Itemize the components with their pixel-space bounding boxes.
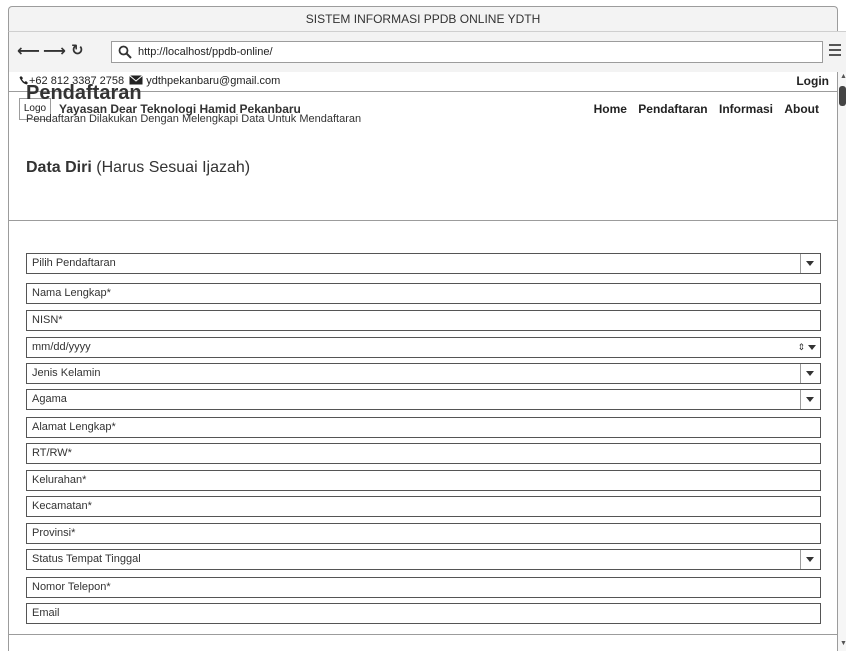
chevron-down-icon[interactable] bbox=[800, 550, 820, 569]
select-agama[interactable]: Agama bbox=[26, 389, 821, 410]
divider bbox=[9, 220, 837, 221]
field-placeholder: Nama Lengkap* bbox=[32, 287, 111, 299]
input-rt-rw[interactable]: RT/RW* bbox=[26, 443, 821, 464]
select-status-tempat-tinggal[interactable]: Status Tempat Tinggal bbox=[26, 549, 821, 570]
nav-about[interactable]: About bbox=[784, 102, 819, 116]
field-label: Agama bbox=[32, 393, 67, 405]
login-link[interactable]: Login bbox=[796, 72, 829, 90]
hamburger-menu-icon[interactable] bbox=[829, 44, 841, 58]
nav-home[interactable]: Home bbox=[594, 102, 627, 116]
section-title-bold: Data Diri bbox=[26, 159, 92, 176]
chevron-down-icon[interactable] bbox=[800, 254, 820, 273]
input-nomor-telepon[interactable]: Nomor Telepon* bbox=[26, 577, 821, 598]
field-label: Pilih Pendaftaran bbox=[32, 257, 116, 269]
chevron-down-icon[interactable] bbox=[800, 364, 820, 383]
contact-email[interactable]: ydthpekanbaru@gmail.com bbox=[146, 75, 280, 87]
field-placeholder: NISN* bbox=[32, 314, 63, 326]
divider bbox=[9, 634, 837, 635]
input-kelurahan[interactable]: Kelurahan* bbox=[26, 470, 821, 491]
field-placeholder: RT/RW* bbox=[32, 447, 72, 459]
scroll-down-arrow-icon[interactable]: ▼ bbox=[840, 640, 846, 647]
date-controls: ⇕ bbox=[797, 338, 816, 357]
back-arrow-icon[interactable]: ⟵ bbox=[17, 41, 40, 61]
page-title: Pendaftaran bbox=[26, 82, 142, 104]
input-email[interactable]: Email bbox=[26, 603, 821, 624]
scroll-up-arrow-icon[interactable]: ▲ bbox=[840, 73, 846, 80]
input-alamat-lengkap[interactable]: Alamat Lengkap* bbox=[26, 417, 821, 438]
input-provinsi[interactable]: Provinsi* bbox=[26, 523, 821, 544]
address-bar[interactable]: http://localhost/ppdb-online/ bbox=[111, 41, 823, 63]
field-placeholder: Kecamatan* bbox=[32, 500, 92, 512]
select-jenis-kelamin[interactable]: Jenis Kelamin bbox=[26, 363, 821, 384]
forward-arrow-icon[interactable]: ⟶ bbox=[43, 41, 66, 61]
window-titlebar: SISTEM INFORMASI PPDB ONLINE YDTH bbox=[8, 6, 838, 31]
field-placeholder: Kelurahan* bbox=[32, 474, 87, 486]
section-title: Data Diri (Harus Sesuai Ijazah) bbox=[26, 159, 250, 177]
nav-pendaftaran[interactable]: Pendaftaran bbox=[638, 102, 707, 116]
reload-icon[interactable]: ↻ bbox=[71, 41, 84, 59]
browser-navbar: ⟵ ⟶ ↻ http://localhost/ppdb-online/ bbox=[8, 31, 846, 72]
field-placeholder: mm/dd/yyyy bbox=[32, 341, 91, 353]
search-icon bbox=[118, 45, 132, 59]
main-nav: Home Pendaftaran Informasi About bbox=[586, 102, 819, 116]
field-label: Status Tempat Tinggal bbox=[32, 553, 141, 565]
vertical-scrollbar[interactable] bbox=[838, 72, 846, 651]
input-nisn[interactable]: NISN* bbox=[26, 310, 821, 331]
input-tanggal-lahir[interactable]: mm/dd/yyyy ⇕ bbox=[26, 337, 821, 358]
input-nama-lengkap[interactable]: Nama Lengkap* bbox=[26, 283, 821, 304]
field-label: Jenis Kelamin bbox=[32, 367, 101, 379]
chevron-down-icon[interactable] bbox=[800, 390, 820, 409]
window-title: SISTEM INFORMASI PPDB ONLINE YDTH bbox=[305, 12, 541, 26]
field-placeholder: Alamat Lengkap* bbox=[32, 421, 116, 433]
select-pilih-pendaftaran[interactable]: Pilih Pendaftaran bbox=[26, 253, 821, 274]
field-placeholder: Email bbox=[32, 607, 60, 619]
field-placeholder: Nomor Telepon* bbox=[32, 581, 111, 593]
spinner-icon[interactable]: ⇕ bbox=[797, 342, 805, 352]
field-placeholder: Provinsi* bbox=[32, 527, 76, 539]
scrollbar-thumb[interactable] bbox=[839, 86, 846, 106]
section-title-note: (Harus Sesuai Ijazah) bbox=[96, 159, 251, 176]
input-kecamatan[interactable]: Kecamatan* bbox=[26, 496, 821, 517]
nav-informasi[interactable]: Informasi bbox=[719, 102, 773, 116]
chevron-down-icon[interactable] bbox=[808, 344, 816, 350]
page-subtitle: Pendaftaran Dilakukan Dengan Melengkapi … bbox=[26, 113, 362, 125]
address-url: http://localhost/ppdb-online/ bbox=[138, 46, 273, 58]
